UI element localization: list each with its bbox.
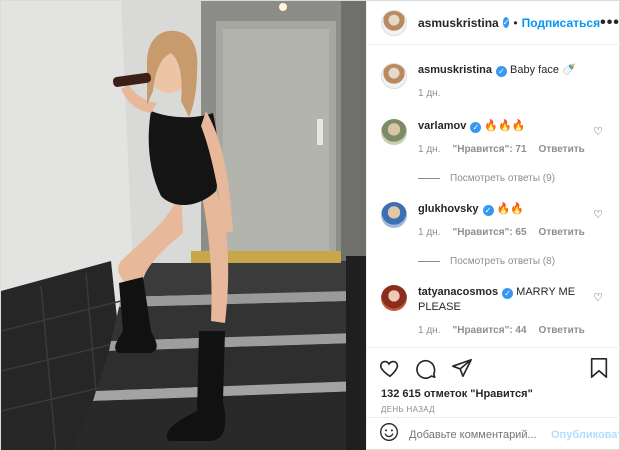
post-actions: 132 615 отметок "Нравится" ДЕНЬ НАЗАД <box>367 347 620 414</box>
view-replies-button[interactable]: Посмотреть ответы (9) <box>418 173 607 184</box>
comment-likes[interactable]: "Нравится": 44 <box>452 323 526 338</box>
likes-count[interactable]: 132 615 отметок "Нравится" <box>379 388 609 400</box>
comment-time[interactable]: 1 дн. <box>418 142 440 157</box>
like-heart-icon[interactable] <box>379 357 401 379</box>
reply-button[interactable]: Ответить <box>539 225 585 240</box>
comment-avatar[interactable] <box>381 119 407 145</box>
verified-badge-icon: ✓ <box>482 205 494 216</box>
comment-username[interactable]: glukhovsky <box>418 203 479 215</box>
view-replies-line <box>418 178 440 179</box>
caption-avatar[interactable] <box>381 63 407 89</box>
comment-username[interactable]: varlamov <box>418 120 466 132</box>
instagram-post: asmuskristina ✓ • Подписаться ••• asmusk… <box>0 0 620 450</box>
view-replies-label: Посмотреть ответы (8) <box>450 256 556 267</box>
verified-badge-icon: ✓ <box>495 66 507 77</box>
author-avatar[interactable] <box>381 9 407 36</box>
reply-button[interactable]: Ответить <box>539 142 585 157</box>
view-replies-line <box>418 261 440 262</box>
comment-avatar[interactable] <box>381 285 407 311</box>
comment-like-heart-icon[interactable]: ♡ <box>593 208 603 221</box>
caption-text: Baby face 🍼 <box>510 64 576 76</box>
view-replies-label: Посмотреть ответы (9) <box>450 173 556 184</box>
verified-badge-icon: ✓ <box>502 17 510 28</box>
comment: varlamov ✓ 🔥🔥🔥 1 дн. "Нравится": 71 Ответ… <box>381 119 607 157</box>
caption-meta: 1 дн. <box>418 86 585 101</box>
separator-dot: • <box>513 15 518 30</box>
caption-username[interactable]: asmuskristina <box>418 64 492 76</box>
comment-username[interactable]: tatyanacosmos <box>418 286 498 298</box>
comment-likes[interactable]: "Нравится": 71 <box>452 142 526 157</box>
action-icons <box>379 355 609 381</box>
comment-text: 🔥🔥🔥 <box>484 120 526 132</box>
comments-list[interactable]: asmuskristina ✓ Baby face 🍼 1 дн. varlamo… <box>367 45 620 347</box>
comment-bubble-icon[interactable] <box>415 357 437 379</box>
verified-badge-icon: ✓ <box>470 122 482 133</box>
follow-button[interactable]: Подписаться <box>522 16 600 30</box>
comment-like-heart-icon[interactable]: ♡ <box>593 125 603 138</box>
caption-time[interactable]: 1 дн. <box>418 86 440 101</box>
post-timestamp[interactable]: ДЕНЬ НАЗАД <box>379 405 609 414</box>
comment-time[interactable]: 1 дн. <box>418 323 440 338</box>
comment-meta: 1 дн. "Нравится": 71 Ответить <box>418 142 585 157</box>
view-replies-button[interactable]: Посмотреть ответы (8) <box>418 256 607 267</box>
post-side-panel: asmuskristina ✓ • Подписаться ••• asmusk… <box>366 1 620 450</box>
post-photo[interactable] <box>1 1 366 450</box>
comment-meta: 1 дн. "Нравится": 44 Ответить <box>418 323 585 338</box>
comment-meta: 1 дн. "Нравится": 65 Ответить <box>418 225 585 240</box>
share-send-icon[interactable] <box>451 357 473 379</box>
author-username[interactable]: asmuskristina <box>418 16 499 30</box>
comment-input[interactable] <box>409 428 551 441</box>
add-comment-bar: Опубликовать <box>367 417 620 450</box>
post-header: asmuskristina ✓ • Подписаться ••• <box>367 1 620 45</box>
comment: tatyanacosmos ✓ MARRY ME PLEASE 1 дн. "Нр… <box>381 285 607 338</box>
reply-button[interactable]: Ответить <box>539 323 585 338</box>
emoji-smile-icon[interactable] <box>379 422 399 447</box>
more-options-icon[interactable]: ••• <box>600 14 620 32</box>
comment: glukhovsky ✓ 🔥🔥 1 дн. "Нравится": 65 Отве… <box>381 202 607 240</box>
verified-badge-icon: ✓ <box>502 288 514 299</box>
photo-illustration <box>1 1 366 450</box>
bookmark-icon[interactable] <box>589 357 609 379</box>
comment-likes[interactable]: "Нравится": 65 <box>452 225 526 240</box>
comment-avatar[interactable] <box>381 202 407 228</box>
comment-like-heart-icon[interactable]: ♡ <box>593 291 603 304</box>
comment-text: 🔥🔥 <box>496 203 524 215</box>
publish-button[interactable]: Опубликовать <box>551 429 620 441</box>
comment-time[interactable]: 1 дн. <box>418 225 440 240</box>
caption: asmuskristina ✓ Baby face 🍼 1 дн. <box>381 63 607 101</box>
